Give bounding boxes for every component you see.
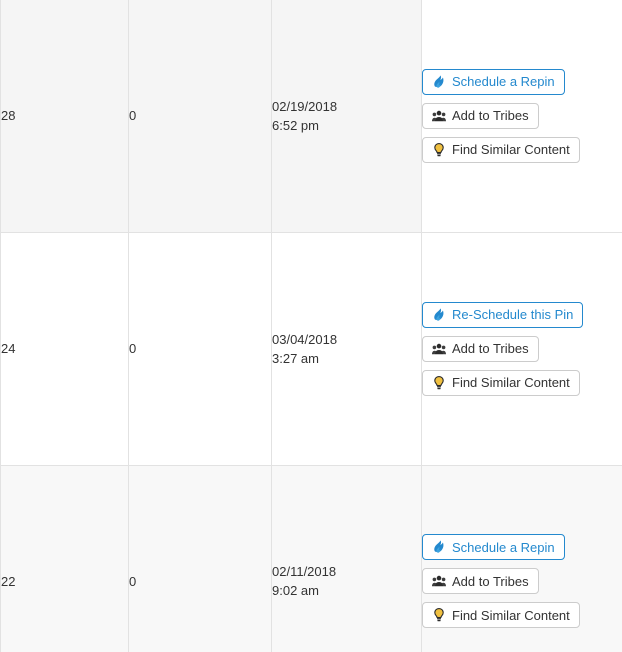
time-value: 6:52 pm <box>272 117 319 133</box>
find-similar-content-button[interactable]: Find Similar Content <box>422 602 580 628</box>
date-value: 02/19/2018 <box>272 98 338 114</box>
comments-value: 0 <box>129 108 137 124</box>
repins-value: 22 <box>1 573 16 589</box>
date-value: 03/04/2018 <box>272 331 338 347</box>
date-cell: 02/11/2018 9:02 am <box>271 465 422 652</box>
lightbulb-icon <box>432 608 446 622</box>
tribes-group-icon <box>432 109 446 123</box>
date-cell: 03/04/2018 3:27 am <box>271 232 422 466</box>
add-to-tribes-button[interactable]: Add to Tribes <box>422 335 539 362</box>
pin-table-viewport[interactable]: 28 0 02/19/2018 6:52 pm Schedule a Repin… <box>0 0 622 652</box>
button-label: Add to Tribes <box>452 108 529 124</box>
date-cell: 02/19/2018 6:52 pm <box>271 0 422 233</box>
action-button-stack: Re-Schedule this Pin Add to Tribes Find … <box>422 298 622 400</box>
reschedule-pin-button[interactable]: Re-Schedule this Pin <box>422 301 584 328</box>
table-row[interactable]: 24 0 03/04/2018 3:27 am Re-Schedule this… <box>0 232 622 466</box>
tribes-group-icon <box>432 574 446 588</box>
repins-cell: 28 <box>0 0 129 233</box>
table-row[interactable]: 22 0 02/11/2018 9:02 am Schedule a Repin… <box>0 465 622 652</box>
time-value: 9:02 am <box>272 583 319 598</box>
repins-value: 28 <box>1 108 16 124</box>
actions-cell: Re-Schedule this Pin Add to Tribes Find … <box>421 232 622 466</box>
schedule-repin-button[interactable]: Schedule a Repin <box>422 534 565 560</box>
add-to-tribes-button[interactable]: Add to Tribes <box>422 568 539 594</box>
pin-data-table: 28 0 02/19/2018 6:52 pm Schedule a Repin… <box>0 0 622 652</box>
tribes-group-icon <box>432 342 446 356</box>
lightbulb-icon <box>432 142 446 157</box>
add-to-tribes-button[interactable]: Add to Tribes <box>422 102 539 129</box>
button-label: Find Similar Content <box>452 142 570 158</box>
find-similar-content-button[interactable]: Find Similar Content <box>422 136 580 163</box>
action-button-stack: Schedule a Repin Add to Tribes Find Simi… <box>422 530 622 632</box>
comments-value: 0 <box>129 573 137 589</box>
comments-cell: 0 <box>128 0 272 233</box>
button-label: Re-Schedule this Pin <box>452 307 574 322</box>
repins-value: 24 <box>1 341 16 356</box>
button-label: Find Similar Content <box>452 375 570 390</box>
actions-cell: Schedule a Repin Add to Tribes Find Simi… <box>421 0 622 233</box>
time-value: 3:27 am <box>272 350 319 366</box>
find-similar-content-button[interactable]: Find Similar Content <box>422 369 580 396</box>
comments-cell: 0 <box>128 232 272 466</box>
tailwind-flame-icon <box>432 75 446 89</box>
comments-cell: 0 <box>128 465 272 652</box>
button-label: Schedule a Repin <box>452 539 555 555</box>
schedule-repin-button[interactable]: Schedule a Repin <box>422 68 565 95</box>
repins-cell: 24 <box>0 232 129 466</box>
button-label: Add to Tribes <box>452 573 529 589</box>
button-label: Add to Tribes <box>452 341 529 356</box>
actions-cell: Schedule a Repin Add to Tribes Find Simi… <box>421 465 622 652</box>
comments-value: 0 <box>129 341 137 356</box>
button-label: Find Similar Content <box>452 607 570 623</box>
repins-cell: 22 <box>0 465 129 652</box>
tailwind-flame-icon <box>432 540 446 554</box>
pin-table-body: 28 0 02/19/2018 6:52 pm Schedule a Repin… <box>0 0 622 652</box>
lightbulb-icon <box>432 375 446 390</box>
action-button-stack: Schedule a Repin Add to Tribes Find Simi… <box>422 65 622 167</box>
table-row[interactable]: 28 0 02/19/2018 6:52 pm Schedule a Repin… <box>0 0 622 233</box>
button-label: Schedule a Repin <box>452 74 555 90</box>
date-value: 02/11/2018 <box>272 564 337 579</box>
tailwind-flame-icon <box>432 307 446 322</box>
